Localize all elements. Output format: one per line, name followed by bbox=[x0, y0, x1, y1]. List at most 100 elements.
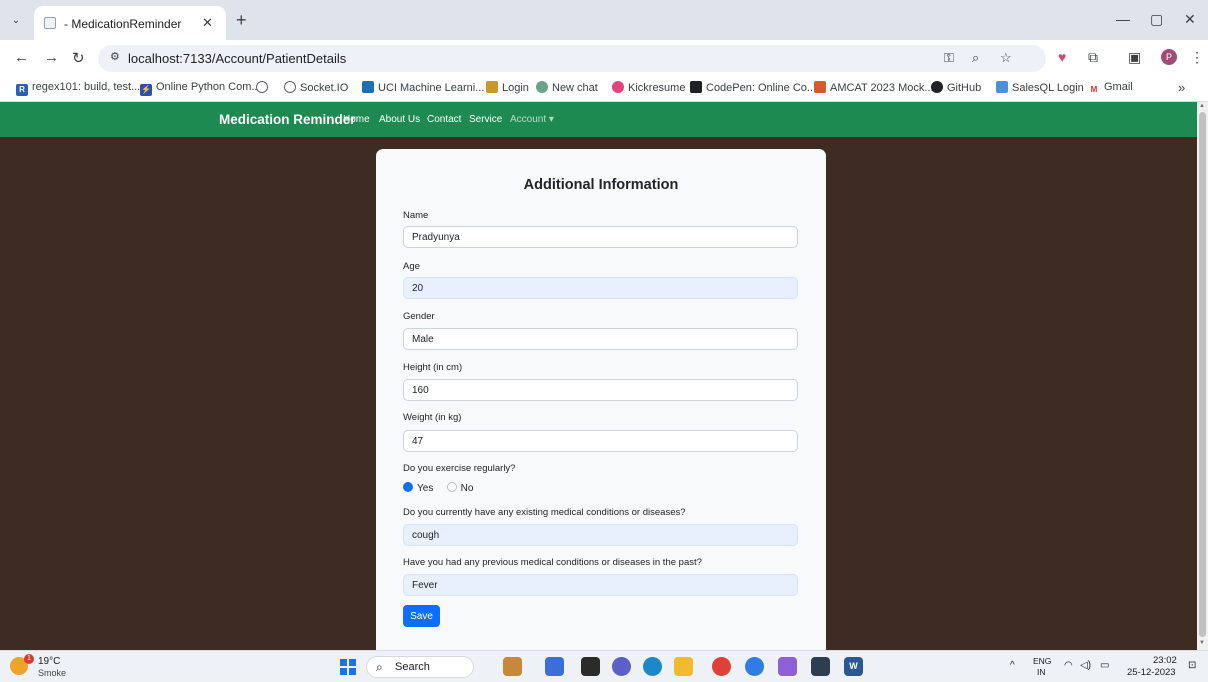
bookmark-uci[interactable]: UCI Machine Learni... bbox=[362, 81, 484, 97]
browser-toolbar: ← → ↻ ⚙ localhost:7133/Account/PatientDe… bbox=[0, 40, 1208, 76]
taskbar-file-explorer-icon[interactable] bbox=[674, 657, 693, 676]
nav-home[interactable]: Home bbox=[343, 114, 370, 125]
gmail-icon: M bbox=[1088, 84, 1100, 96]
name-field[interactable] bbox=[403, 226, 798, 248]
more-bookmarks-icon[interactable]: » bbox=[1178, 80, 1185, 95]
weather-temperature[interactable]: 19°C bbox=[38, 656, 60, 667]
reload-icon[interactable]: ↻ bbox=[72, 49, 85, 67]
site-info-icon[interactable]: ⚙ bbox=[110, 50, 120, 63]
region-indicator[interactable]: IN bbox=[1037, 667, 1046, 677]
search-label: Search bbox=[395, 661, 430, 673]
codepen-icon bbox=[690, 81, 702, 93]
taskbar-chrome-profile-icon[interactable] bbox=[745, 657, 764, 676]
nav-about-us[interactable]: About Us bbox=[379, 114, 420, 125]
bookmark-kickresume[interactable]: Kickresume bbox=[612, 81, 685, 97]
taskbar-app-copilot-icon[interactable] bbox=[545, 657, 564, 676]
tray-overflow-icon[interactable]: ^ bbox=[1010, 660, 1015, 671]
clock-time[interactable]: 23:02 bbox=[1153, 655, 1177, 666]
scroll-down-icon[interactable]: ▼ bbox=[1199, 640, 1205, 646]
back-icon[interactable]: ← bbox=[14, 49, 29, 66]
bookmark-socketio[interactable]: Socket.IO bbox=[284, 81, 348, 97]
taskbar-visual-studio-icon[interactable] bbox=[778, 657, 797, 676]
regex101-icon: R bbox=[16, 84, 28, 96]
browser-tab[interactable]: - MedicationReminder ✕ bbox=[34, 6, 226, 40]
kickresume-icon bbox=[612, 81, 624, 93]
nav-contact[interactable]: Contact bbox=[427, 114, 461, 125]
clock-date[interactable]: 25-12-2023 bbox=[1127, 667, 1176, 678]
taskbar-edge-icon[interactable] bbox=[643, 657, 662, 676]
gender-field[interactable] bbox=[403, 328, 798, 350]
age-field[interactable] bbox=[403, 277, 798, 299]
site-navbar: Medication Reminder Home About Us Contac… bbox=[0, 102, 1197, 137]
address-bar[interactable]: ⚙ localhost:7133/Account/PatientDetails … bbox=[98, 45, 1046, 72]
url-text[interactable]: localhost:7133/Account/PatientDetails bbox=[128, 51, 346, 66]
past-conditions-field[interactable] bbox=[403, 574, 798, 596]
bookmark-regex101[interactable]: Rregex101: build, test... bbox=[16, 81, 140, 97]
exercise-label: Do you exercise regularly? bbox=[403, 463, 516, 474]
language-indicator[interactable]: ENG bbox=[1033, 656, 1051, 666]
profile-avatar[interactable]: P bbox=[1161, 49, 1177, 65]
zoom-icon[interactable]: ⌕ bbox=[972, 50, 979, 66]
bookmark-salesql[interactable]: SalesQL Login bbox=[996, 81, 1084, 97]
volume-icon[interactable]: ◁) bbox=[1080, 660, 1091, 671]
bookmark-star-icon[interactable]: ☆ bbox=[1000, 50, 1012, 66]
exercise-yes-label[interactable]: Yes bbox=[417, 483, 433, 494]
new-tab-icon[interactable]: + bbox=[236, 10, 247, 31]
name-label: Name bbox=[403, 210, 429, 221]
bookmark-globe[interactable] bbox=[256, 81, 272, 97]
exercise-no-label[interactable]: No bbox=[461, 483, 474, 494]
side-panel-icon[interactable]: ▣ bbox=[1128, 49, 1141, 66]
taskbar-teams-chat-icon[interactable] bbox=[612, 657, 631, 676]
weather-condition[interactable]: Smoke bbox=[38, 668, 66, 678]
nav-account-dropdown[interactable]: Account ▾ bbox=[510, 114, 554, 125]
age-label: Age bbox=[403, 261, 420, 272]
taskbar-app-widget-icon[interactable] bbox=[503, 657, 522, 676]
patient-details-card: Additional Information Name Age Gender H… bbox=[376, 149, 826, 650]
bookmark-codepen[interactable]: CodePen: Online Co... bbox=[690, 81, 816, 97]
taskbar-chrome-icon[interactable] bbox=[712, 657, 731, 676]
taskbar-task-view-icon[interactable] bbox=[581, 657, 600, 676]
taskbar-word-icon[interactable]: W bbox=[844, 657, 863, 676]
current-conditions-field[interactable] bbox=[403, 524, 798, 546]
scroll-up-icon[interactable]: ▲ bbox=[1199, 103, 1205, 109]
navbar-brand[interactable]: Medication Reminder bbox=[219, 112, 356, 127]
extensions-puzzle-icon[interactable]: ⧉ bbox=[1088, 49, 1098, 66]
github-icon bbox=[931, 81, 943, 93]
weather-badge: 1 bbox=[24, 654, 34, 664]
wifi-icon[interactable]: ◠ bbox=[1064, 660, 1073, 671]
salesql-icon bbox=[996, 81, 1008, 93]
bookmark-login[interactable]: Login bbox=[486, 81, 529, 97]
scroll-thumb[interactable] bbox=[1199, 112, 1206, 637]
bookmark-amcat[interactable]: AMCAT 2023 Mock... bbox=[814, 81, 934, 97]
exercise-yes-radio[interactable] bbox=[403, 482, 413, 492]
tab-search-chevron-icon[interactable]: ⌄ bbox=[8, 13, 24, 29]
gender-label: Gender bbox=[403, 311, 435, 322]
python-compiler-icon: ⚡ bbox=[140, 84, 152, 96]
bookmark-github[interactable]: GitHub bbox=[931, 81, 981, 97]
page-scrollbar[interactable]: ▲ ▼ bbox=[1197, 102, 1208, 650]
close-window-icon[interactable]: ✕ bbox=[1184, 11, 1196, 28]
bookmark-online-python[interactable]: ⚡ Online Python Com... bbox=[140, 81, 261, 97]
taskbar-search[interactable]: ⌕ Search bbox=[366, 656, 474, 678]
notification-icon[interactable]: ⊡ bbox=[1188, 660, 1196, 671]
bookmark-gmail[interactable]: M Gmail bbox=[1088, 81, 1133, 97]
height-field[interactable] bbox=[403, 379, 798, 401]
weight-field[interactable] bbox=[403, 430, 798, 452]
menu-kebab-icon[interactable]: ⋮ bbox=[1190, 49, 1204, 66]
password-key-icon[interactable]: ⚿ bbox=[944, 50, 954, 66]
nav-service[interactable]: Service bbox=[469, 114, 502, 125]
minimize-icon[interactable]: — bbox=[1116, 11, 1130, 27]
page-favicon-icon bbox=[44, 17, 56, 29]
battery-icon[interactable]: ▭ bbox=[1100, 660, 1109, 671]
close-tab-icon[interactable]: ✕ bbox=[202, 15, 213, 31]
socketio-icon bbox=[284, 81, 296, 93]
exercise-radio-group: Yes No bbox=[403, 480, 483, 494]
forward-icon[interactable]: → bbox=[44, 49, 59, 66]
bookmark-new-chat[interactable]: New chat bbox=[536, 81, 598, 97]
windows-start-icon[interactable] bbox=[340, 659, 356, 675]
taskbar-terminal-icon[interactable] bbox=[811, 657, 830, 676]
save-button[interactable]: Save bbox=[403, 605, 440, 627]
restore-icon[interactable]: ▢ bbox=[1150, 11, 1163, 28]
exercise-no-radio[interactable] bbox=[446, 482, 457, 492]
extension-heart-icon[interactable]: ♥ bbox=[1058, 49, 1066, 65]
